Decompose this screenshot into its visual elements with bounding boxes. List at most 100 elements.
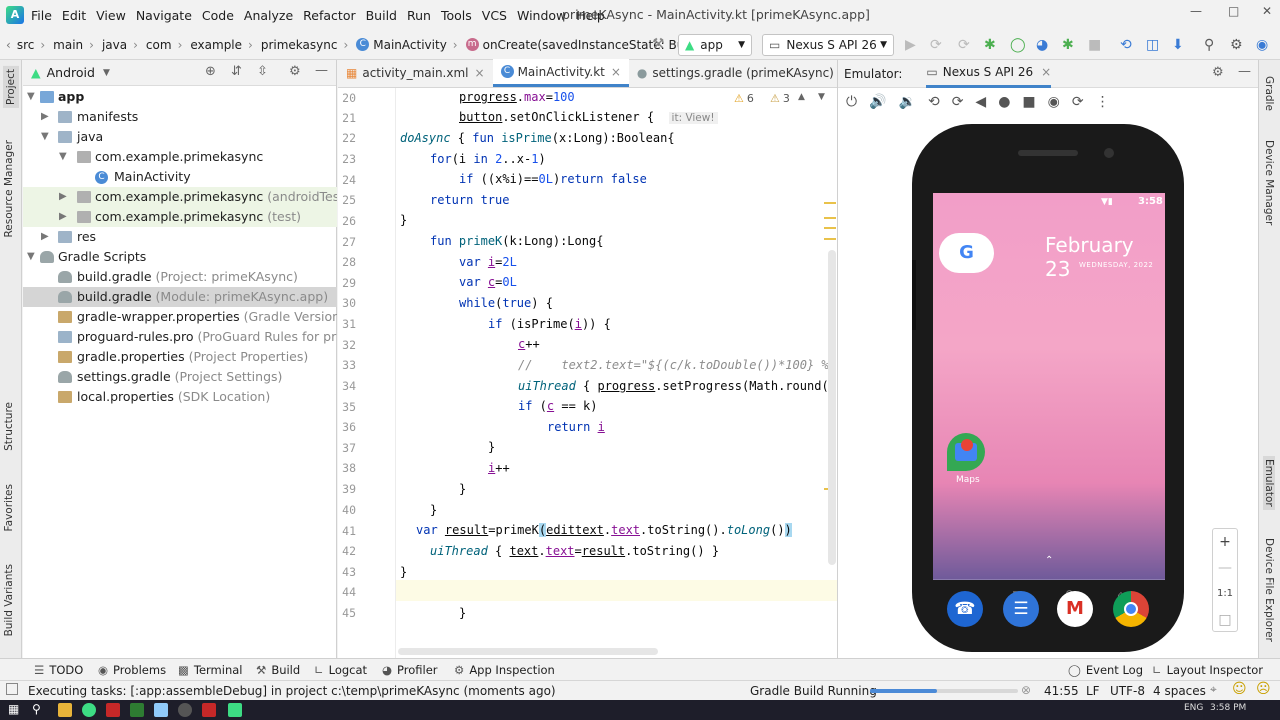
tab-device-file-explorer[interactable]: Device File Explorer: [1263, 538, 1275, 642]
weak-warning-icon[interactable]: ⚠ 3: [770, 92, 790, 105]
tool-profiler[interactable]: ◕ Profiler: [382, 663, 438, 677]
breadcrumb-com[interactable]: com ›: [146, 38, 184, 52]
menu-code[interactable]: Code: [202, 8, 234, 23]
google-search-widget[interactable]: G: [939, 233, 994, 273]
phone-app-icon[interactable]: ☎: [947, 591, 983, 627]
apply-changes-icon[interactable]: ⟳: [930, 37, 942, 53]
tree-item-proguard[interactable]: proguard-rules.pro (ProGuard Rules for p…: [23, 327, 337, 347]
close-icon[interactable]: ×: [611, 65, 621, 79]
tab-structure[interactable]: Structure: [3, 402, 15, 451]
chevron-down-icon[interactable]: ▼: [27, 87, 35, 107]
line-separator[interactable]: LF: [1086, 684, 1100, 698]
search-icon[interactable]: ⚲: [32, 702, 41, 716]
menu-navigate[interactable]: Navigate: [136, 8, 192, 23]
tab-emulator-device[interactable]: ▭ Nexus S API 26 ×: [926, 60, 1052, 88]
hide-panel-icon[interactable]: —: [315, 63, 328, 78]
chrome-app-icon[interactable]: [1113, 591, 1149, 627]
rotate-left-icon[interactable]: ⟲: [928, 94, 940, 110]
run-tests-icon[interactable]: ✱: [1062, 37, 1074, 53]
tree-item-java[interactable]: ▼ java: [23, 127, 337, 147]
tab-resource-manager[interactable]: Resource Manager: [3, 140, 15, 238]
tree-item-gradle-properties[interactable]: gradle.properties (Project Properties): [23, 347, 337, 367]
power-icon[interactable]: ⏻: [846, 94, 857, 110]
tree-item-settings-gradle[interactable]: settings.gradle (Project Settings): [23, 367, 337, 387]
breadcrumb-primekasync[interactable]: primekasync ›: [261, 38, 350, 52]
rotate-right-icon[interactable]: ⟳: [952, 94, 964, 110]
chevron-down-icon[interactable]: ▼: [59, 147, 67, 167]
home-icon[interactable]: ●: [998, 94, 1010, 110]
breadcrumb-main[interactable]: main ›: [53, 38, 96, 52]
warning-marker[interactable]: [824, 238, 836, 240]
tab-favorites[interactable]: Favorites: [3, 484, 15, 531]
feedback-sad-icon[interactable]: ☹: [1256, 681, 1271, 697]
tab-project[interactable]: Project: [3, 66, 19, 108]
lock-icon[interactable]: ⌖: [1210, 682, 1217, 697]
project-view-select[interactable]: Android: [47, 65, 95, 80]
warning-marker[interactable]: [824, 217, 836, 219]
tool-problems[interactable]: ◉ Problems: [98, 663, 166, 677]
device-manager-icon[interactable]: ◫: [1146, 37, 1159, 53]
attach-debugger-icon[interactable]: ◕: [1036, 37, 1048, 53]
taskbar-clock[interactable]: 3:58 PM: [1210, 703, 1246, 713]
previous-highlight-icon[interactable]: ▲: [798, 92, 805, 102]
app-drawer-chevron-icon[interactable]: ⌃: [1045, 555, 1053, 566]
tree-item-gradle-wrapper[interactable]: gradle-wrapper.properties (Gradle Versio…: [23, 307, 337, 327]
maximize-icon[interactable]: □: [1228, 4, 1239, 18]
tree-item-gradle-scripts[interactable]: ▼ Gradle Scripts: [23, 247, 337, 267]
tab-device-manager[interactable]: Device Manager: [1263, 140, 1275, 225]
gear-icon[interactable]: ⚙: [289, 64, 301, 79]
debug-icon[interactable]: ✱: [984, 37, 996, 53]
apply-code-changes-icon[interactable]: ⟳: [958, 37, 970, 53]
profile-avatar-icon[interactable]: ◉: [1256, 37, 1268, 53]
app-taskbar-icon[interactable]: [130, 703, 144, 717]
breadcrumb-java[interactable]: java ›: [102, 38, 140, 52]
tab-emulator[interactable]: Emulator: [1263, 456, 1275, 510]
tool-todo[interactable]: ☰ TODO: [34, 663, 83, 677]
input-language[interactable]: ENG: [1184, 703, 1203, 713]
more-options-icon[interactable]: ⋮: [1096, 94, 1110, 110]
device-select[interactable]: ▭ Nexus S API 26 ▼: [762, 34, 894, 56]
minimize-icon[interactable]: —: [1190, 4, 1202, 18]
tab-gradle[interactable]: Gradle: [1263, 76, 1275, 111]
menu-window[interactable]: Window: [517, 8, 566, 23]
stop-icon[interactable]: ■: [1088, 37, 1101, 53]
tab-build-variants[interactable]: Build Variants: [3, 564, 15, 636]
menu-refactor[interactable]: Refactor: [303, 8, 355, 23]
chevron-right-icon[interactable]: ▶: [41, 227, 49, 247]
menu-file[interactable]: File: [31, 8, 52, 23]
close-icon[interactable]: ×: [1041, 65, 1051, 79]
zoom-fit-icon[interactable]: □: [1213, 607, 1237, 633]
sync-gradle-icon[interactable]: ⟲: [1120, 37, 1132, 53]
collapse-all-icon[interactable]: ⇳: [257, 64, 268, 79]
tree-item-package-test[interactable]: ▶ com.example.primekasync (test): [23, 207, 337, 227]
vertical-scrollbar[interactable]: [828, 250, 836, 565]
tool-app-inspection[interactable]: ⚙ App Inspection: [454, 663, 555, 677]
back-icon[interactable]: ◀: [975, 94, 986, 110]
close-icon[interactable]: ✕: [1262, 4, 1272, 18]
chevron-right-icon[interactable]: ▶: [41, 107, 49, 127]
file-explorer-icon[interactable]: [58, 703, 72, 717]
tool-windows-toggle-icon[interactable]: [6, 683, 18, 695]
tree-item-local-properties[interactable]: local.properties (SDK Location): [23, 387, 337, 407]
menu-tools[interactable]: Tools: [441, 8, 472, 23]
tree-item-package[interactable]: ▼ com.example.primekasync: [23, 147, 337, 167]
warning-marker[interactable]: [824, 227, 836, 229]
gmail-app-icon[interactable]: M: [1057, 591, 1093, 627]
profile-icon[interactable]: ◯: [1010, 37, 1026, 53]
hide-panel-icon[interactable]: —: [1238, 64, 1251, 79]
warning-icon[interactable]: ⚠ 6: [734, 92, 754, 105]
tree-item-build-gradle-module[interactable]: build.gradle (Module: primeKAsync.app): [23, 287, 337, 307]
chrome-taskbar-icon[interactable]: [82, 703, 96, 717]
tool-layout-inspector[interactable]: ∟ Layout Inspector: [1152, 663, 1263, 677]
background-task-label[interactable]: Gradle Build Running: [750, 684, 877, 698]
next-highlight-icon[interactable]: ▼: [818, 92, 825, 102]
menu-build[interactable]: Build: [366, 8, 397, 23]
chevron-down-icon[interactable]: ▼: [41, 127, 49, 147]
tab-settings-gradle[interactable]: ● settings.gradle (primeKAsync): [629, 59, 842, 87]
app-taskbar-icon[interactable]: [202, 703, 216, 717]
gear-icon[interactable]: ⚙: [1230, 37, 1243, 53]
tree-item-build-gradle-project[interactable]: build.gradle (Project: primeKAsync): [23, 267, 337, 287]
breadcrumb-example[interactable]: example ›: [190, 38, 254, 52]
chevron-down-icon[interactable]: ▼: [27, 247, 35, 267]
app-taskbar-icon[interactable]: [106, 703, 120, 717]
